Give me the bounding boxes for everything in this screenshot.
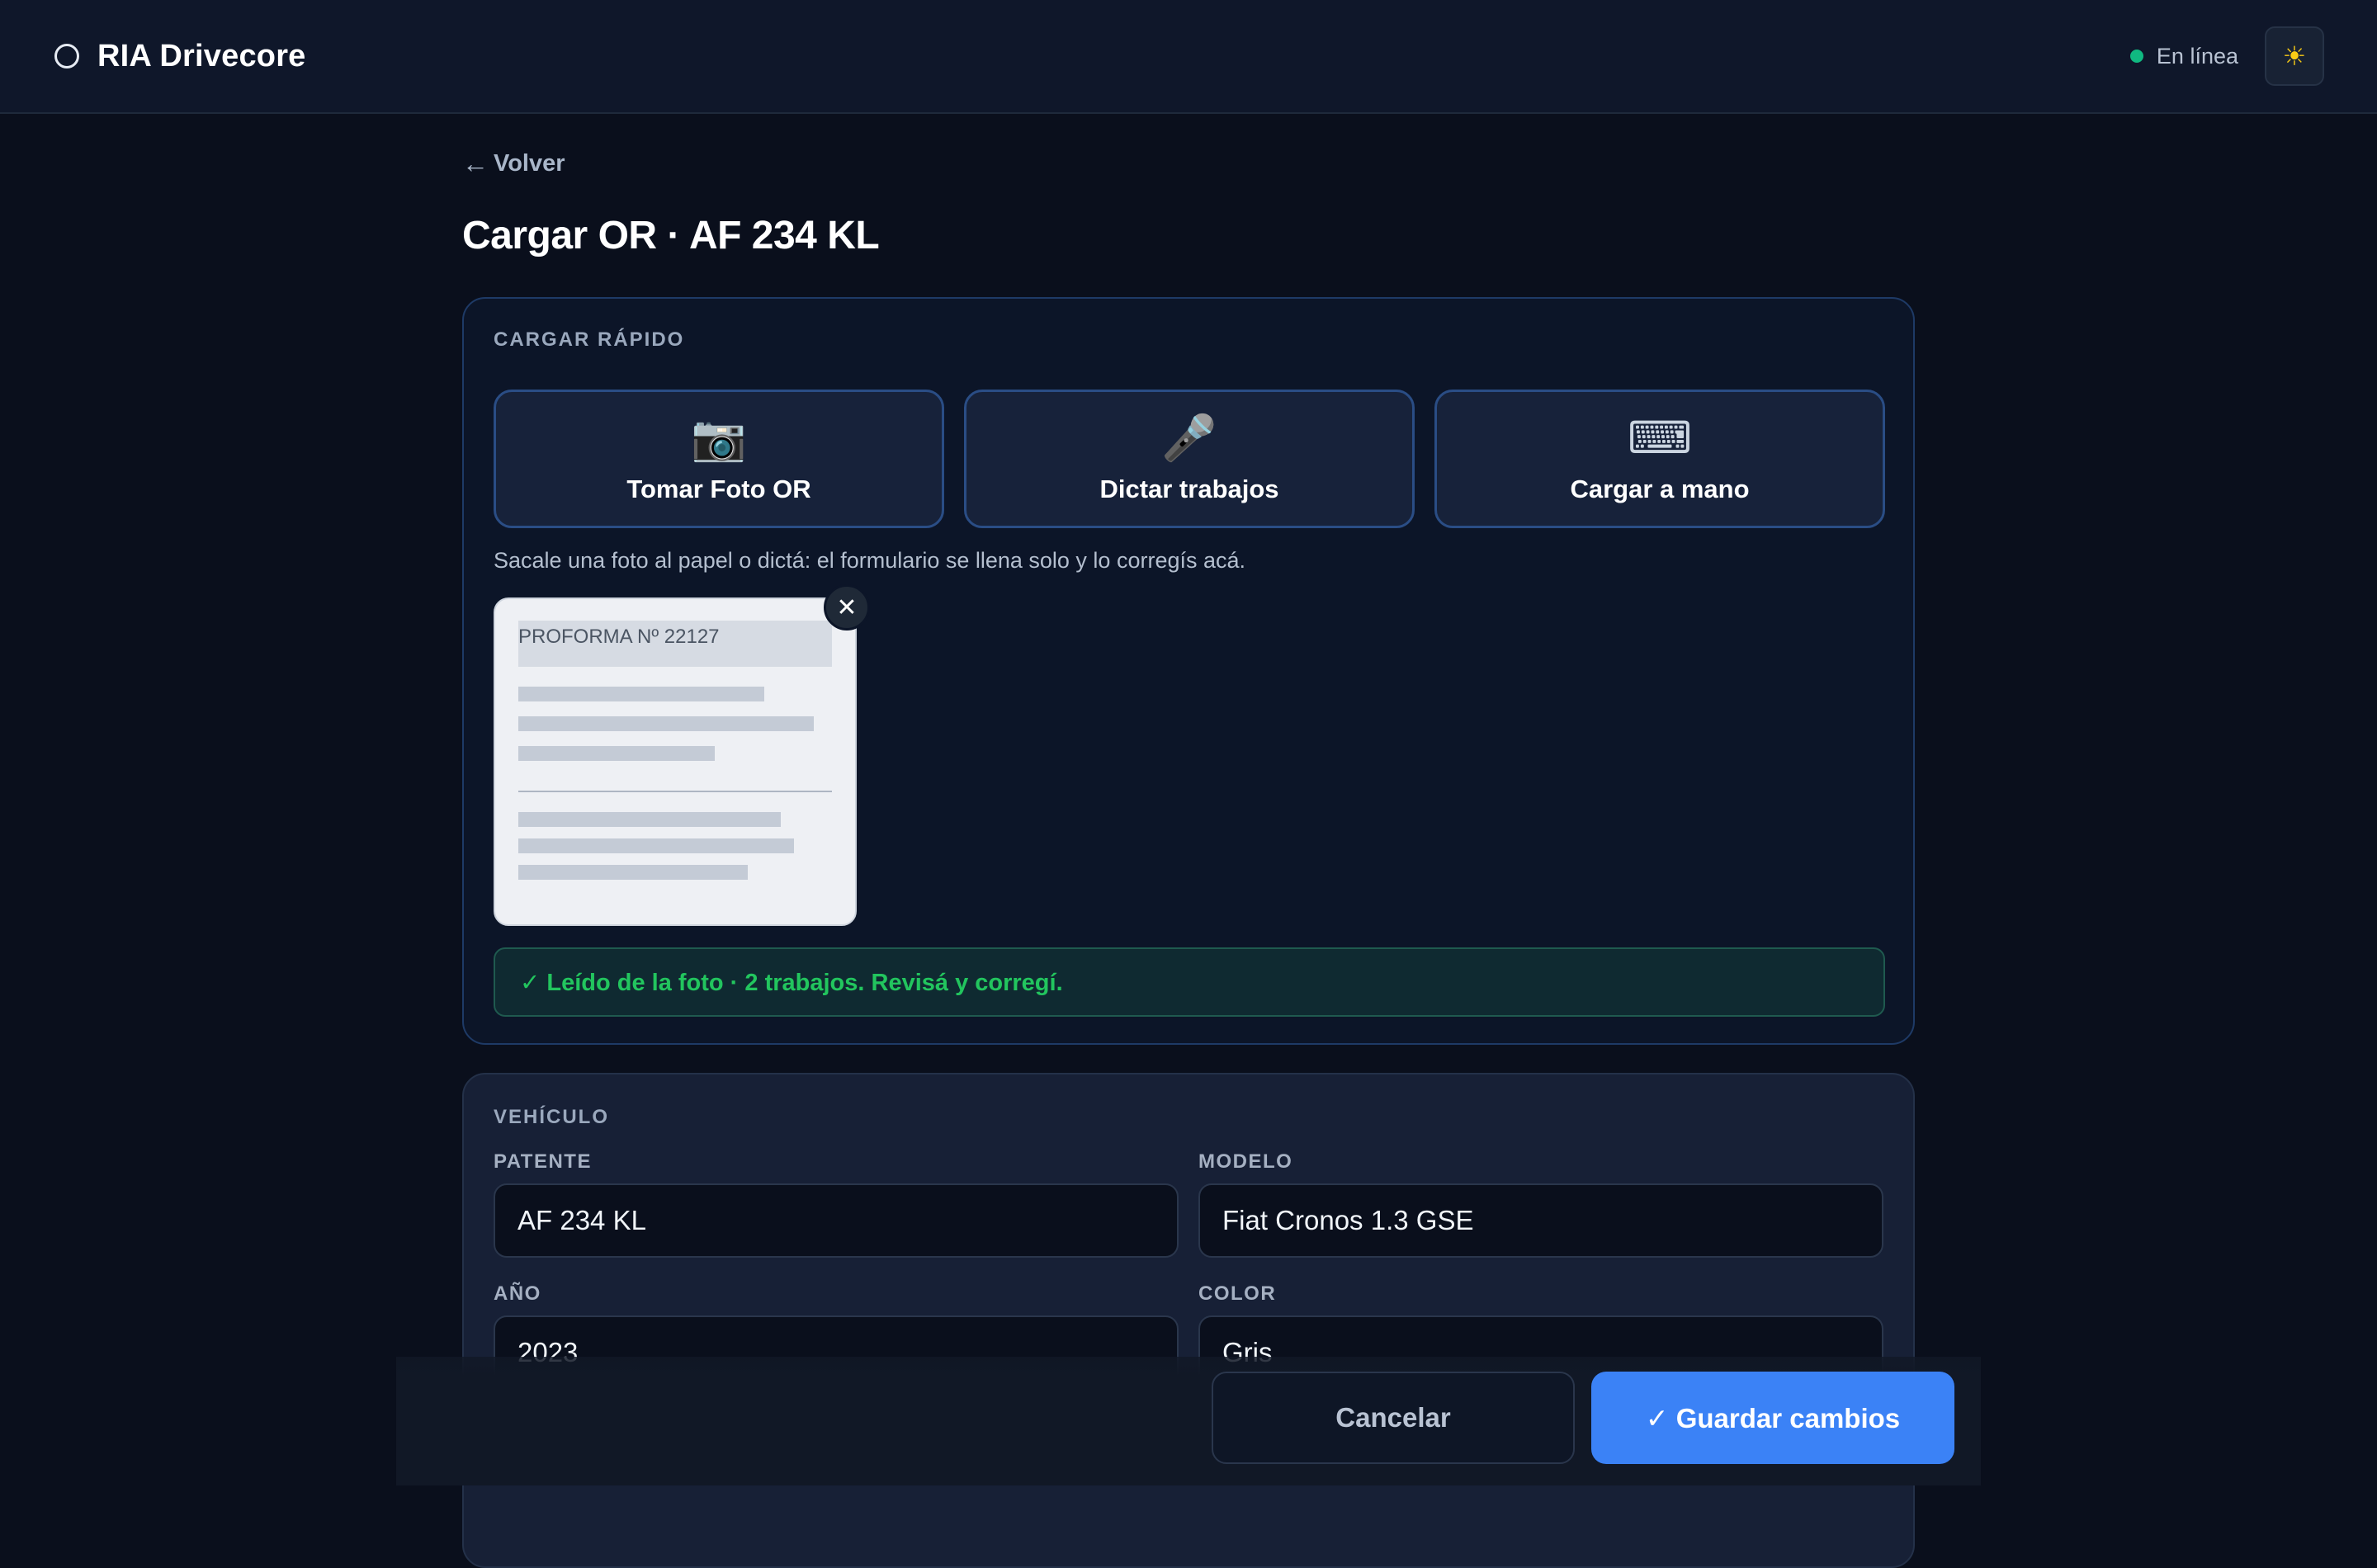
back-link[interactable]: ← Volver	[462, 145, 565, 182]
photo-text-line	[518, 865, 748, 880]
vehicle-section-label: VEHÍCULO	[494, 1106, 610, 1128]
theme-toggle-button[interactable]: ☀	[2265, 26, 2324, 86]
microphone-icon: 🎤	[1161, 413, 1217, 463]
back-label: Volver	[494, 149, 565, 177]
logo-ring-icon	[54, 44, 79, 68]
photo-divider	[518, 791, 832, 792]
connection-status: En línea	[2129, 40, 2238, 73]
app-name: RIA Drivecore	[97, 38, 306, 73]
photo-text-line	[518, 716, 814, 731]
anio-label: AÑO	[494, 1282, 541, 1305]
photo-text-line	[518, 812, 781, 827]
save-changes-button[interactable]: ✓ Guardar cambios	[1591, 1372, 1954, 1464]
dictate-button[interactable]: 🎤 Dictar trabajos	[964, 390, 1415, 528]
bottom-action-bar: Cancelar ✓ Guardar cambios	[396, 1357, 1981, 1485]
top-bar: RIA Drivecore En línea ☀	[0, 0, 2377, 114]
photo-text-line	[518, 746, 715, 761]
manual-entry-button[interactable]: ⌨ Cargar a mano	[1434, 390, 1885, 528]
vehicle-card: VEHÍCULO PATENTE MODELO AÑO COLOR	[462, 1073, 1915, 1568]
keyboard-icon: ⌨	[1628, 413, 1692, 463]
online-dot-icon	[2129, 50, 2143, 63]
dictate-label: Dictar trabajos	[1099, 475, 1279, 503]
photo-text-line	[518, 687, 764, 701]
take-photo-button[interactable]: 📷 Tomar Foto OR	[494, 390, 944, 528]
quick-load-section-label: CARGAR RÁPIDO	[494, 328, 685, 351]
camera-icon: 📷	[691, 413, 747, 463]
close-icon: ✕	[836, 593, 858, 621]
quick-load-hint: Sacale una foto al papel o dictá: el for…	[494, 548, 1246, 573]
ocr-result-text: ✓ Leído de la foto · 2 trabajos. Revisá …	[520, 969, 1063, 996]
sun-icon: ☀	[2282, 41, 2307, 71]
brand[interactable]: RIA Drivecore	[54, 36, 306, 76]
ocr-result-banner: ✓ Leído de la foto · 2 trabajos. Revisá …	[494, 947, 1885, 1017]
arrow-left-icon: ←	[462, 148, 489, 178]
patente-label: PATENTE	[494, 1150, 592, 1173]
quick-load-options: 📷 Tomar Foto OR 🎤 Dictar trabajos ⌨ Carg…	[494, 390, 1885, 528]
photo-header-text: PROFORMA Nº 22127	[518, 621, 832, 667]
modelo-label: MODELO	[1198, 1150, 1293, 1173]
photo-text-line	[518, 838, 794, 853]
color-label: COLOR	[1198, 1282, 1277, 1305]
cancel-button[interactable]: Cancelar	[1212, 1372, 1575, 1464]
manual-entry-label: Cargar a mano	[1570, 475, 1750, 503]
photo-thumbnail[interactable]: PROFORMA Nº 22127	[494, 597, 857, 926]
patente-input[interactable]	[494, 1183, 1179, 1258]
page-title: Cargar OR · AF 234 KL	[462, 214, 880, 257]
modelo-input[interactable]	[1198, 1183, 1883, 1258]
remove-photo-button[interactable]: ✕	[824, 584, 870, 631]
take-photo-label: Tomar Foto OR	[626, 475, 811, 503]
quick-load-card: CARGAR RÁPIDO 📷 Tomar Foto OR 🎤 Dictar t…	[462, 297, 1915, 1045]
status-text: En línea	[2156, 43, 2238, 68]
